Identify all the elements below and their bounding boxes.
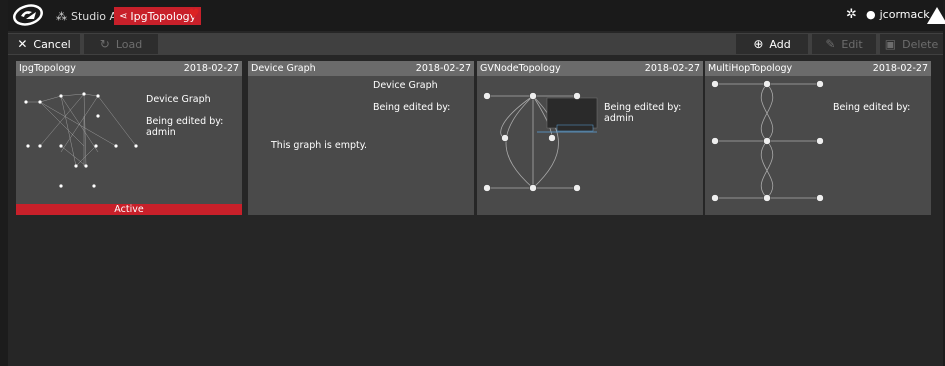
cancel-button[interactable]: ✕ Cancel <box>8 34 80 54</box>
card-graph-name: Device Graph <box>373 80 438 91</box>
pin-icon[interactable]: ♥ <box>188 7 200 22</box>
breadcrumb-studio-label: Studio A <box>71 9 118 23</box>
breadcrumb-topology-label: IpgTopology <box>130 9 197 23</box>
graph-thumbnail <box>711 80 824 202</box>
card-header: Device Graph 2018-02-27 <box>248 61 474 76</box>
load-label: Load <box>115 37 143 51</box>
trash-icon: ▣ <box>884 37 897 51</box>
card-edited-label: Being edited by: <box>833 102 911 113</box>
card-date: 2018-02-27 <box>415 63 471 74</box>
topology-card-multihoptopology[interactable]: MultiHopTopology 2018-02-27 Being edited… <box>705 61 931 215</box>
load-icon: ↻ <box>99 37 110 51</box>
card-edited-label: Being edited by: <box>604 102 682 113</box>
cancel-label: Cancel <box>33 37 71 51</box>
studio-icon: ⁂ <box>56 9 67 23</box>
load-button[interactable]: ↻ Load <box>84 34 158 54</box>
card-header: GVNodeTopology 2018-02-27 <box>477 61 703 76</box>
card-header: IpgTopology 2018-02-27 <box>16 61 242 76</box>
close-icon: ✕ <box>17 37 28 51</box>
topology-card-device-graph[interactable]: Device Graph 2018-02-27 Device Graph Bei… <box>248 61 474 215</box>
edit-button[interactable]: ✎ Edit <box>812 34 876 54</box>
delete-button[interactable]: ▣ Delete <box>880 34 943 54</box>
delete-label: Delete <box>902 37 939 51</box>
user-name: jcormack <box>879 8 930 21</box>
breadcrumb-studio[interactable]: ⁂ Studio A <box>56 8 117 24</box>
user-menu[interactable]: ● jcormack <box>866 8 930 21</box>
add-button[interactable]: ⊕ Add <box>736 34 808 54</box>
card-title: Device Graph <box>251 63 316 74</box>
graph-thumbnail <box>483 92 598 192</box>
card-title: MultiHopTopology <box>708 63 793 74</box>
toolbar: ✕ Cancel ↻ Load ⊕ Add ✎ Edit ▣ Delete <box>8 33 943 55</box>
card-date: 2018-02-27 <box>872 63 928 74</box>
card-edited-by: admin <box>604 113 634 124</box>
top-bar: ⁂ Studio A ⋖ IpgTopology ♥ ✲ ● jcormack <box>8 0 945 31</box>
card-edited-by: admin <box>146 127 176 138</box>
card-date: 2018-02-27 <box>644 63 700 74</box>
alert-triangle-icon[interactable] <box>927 7 945 24</box>
add-icon: ⊕ <box>753 37 764 51</box>
pencil-icon: ✎ <box>825 37 836 51</box>
card-title: GVNodeTopology <box>480 63 561 74</box>
card-graph-name: Device Graph <box>146 94 211 105</box>
card-edited-label: Being edited by: <box>373 102 451 113</box>
topology-card-ipgtopology[interactable]: IpgTopology 2018-02-27 Device Graph Bein… <box>16 61 242 215</box>
grass-valley-logo[interactable] <box>12 3 44 27</box>
add-label: Add <box>769 37 791 51</box>
card-date: 2018-02-27 <box>183 63 239 74</box>
edit-label: Edit <box>841 37 863 51</box>
user-icon: ● <box>866 8 876 21</box>
topology-card-gvnodetopology[interactable]: GVNodeTopology 2018-02-27 Being edited b… <box>477 61 703 215</box>
card-header: MultiHopTopology 2018-02-27 <box>705 61 931 76</box>
status-badge: Active <box>16 204 242 215</box>
topology-icon: ⋖ <box>119 10 128 22</box>
card-title: IpgTopology <box>19 63 76 74</box>
gear-icon[interactable]: ✲ <box>846 7 857 22</box>
card-edited-label: Being edited by: <box>146 116 224 127</box>
empty-graph-message: This graph is empty. <box>271 140 368 151</box>
